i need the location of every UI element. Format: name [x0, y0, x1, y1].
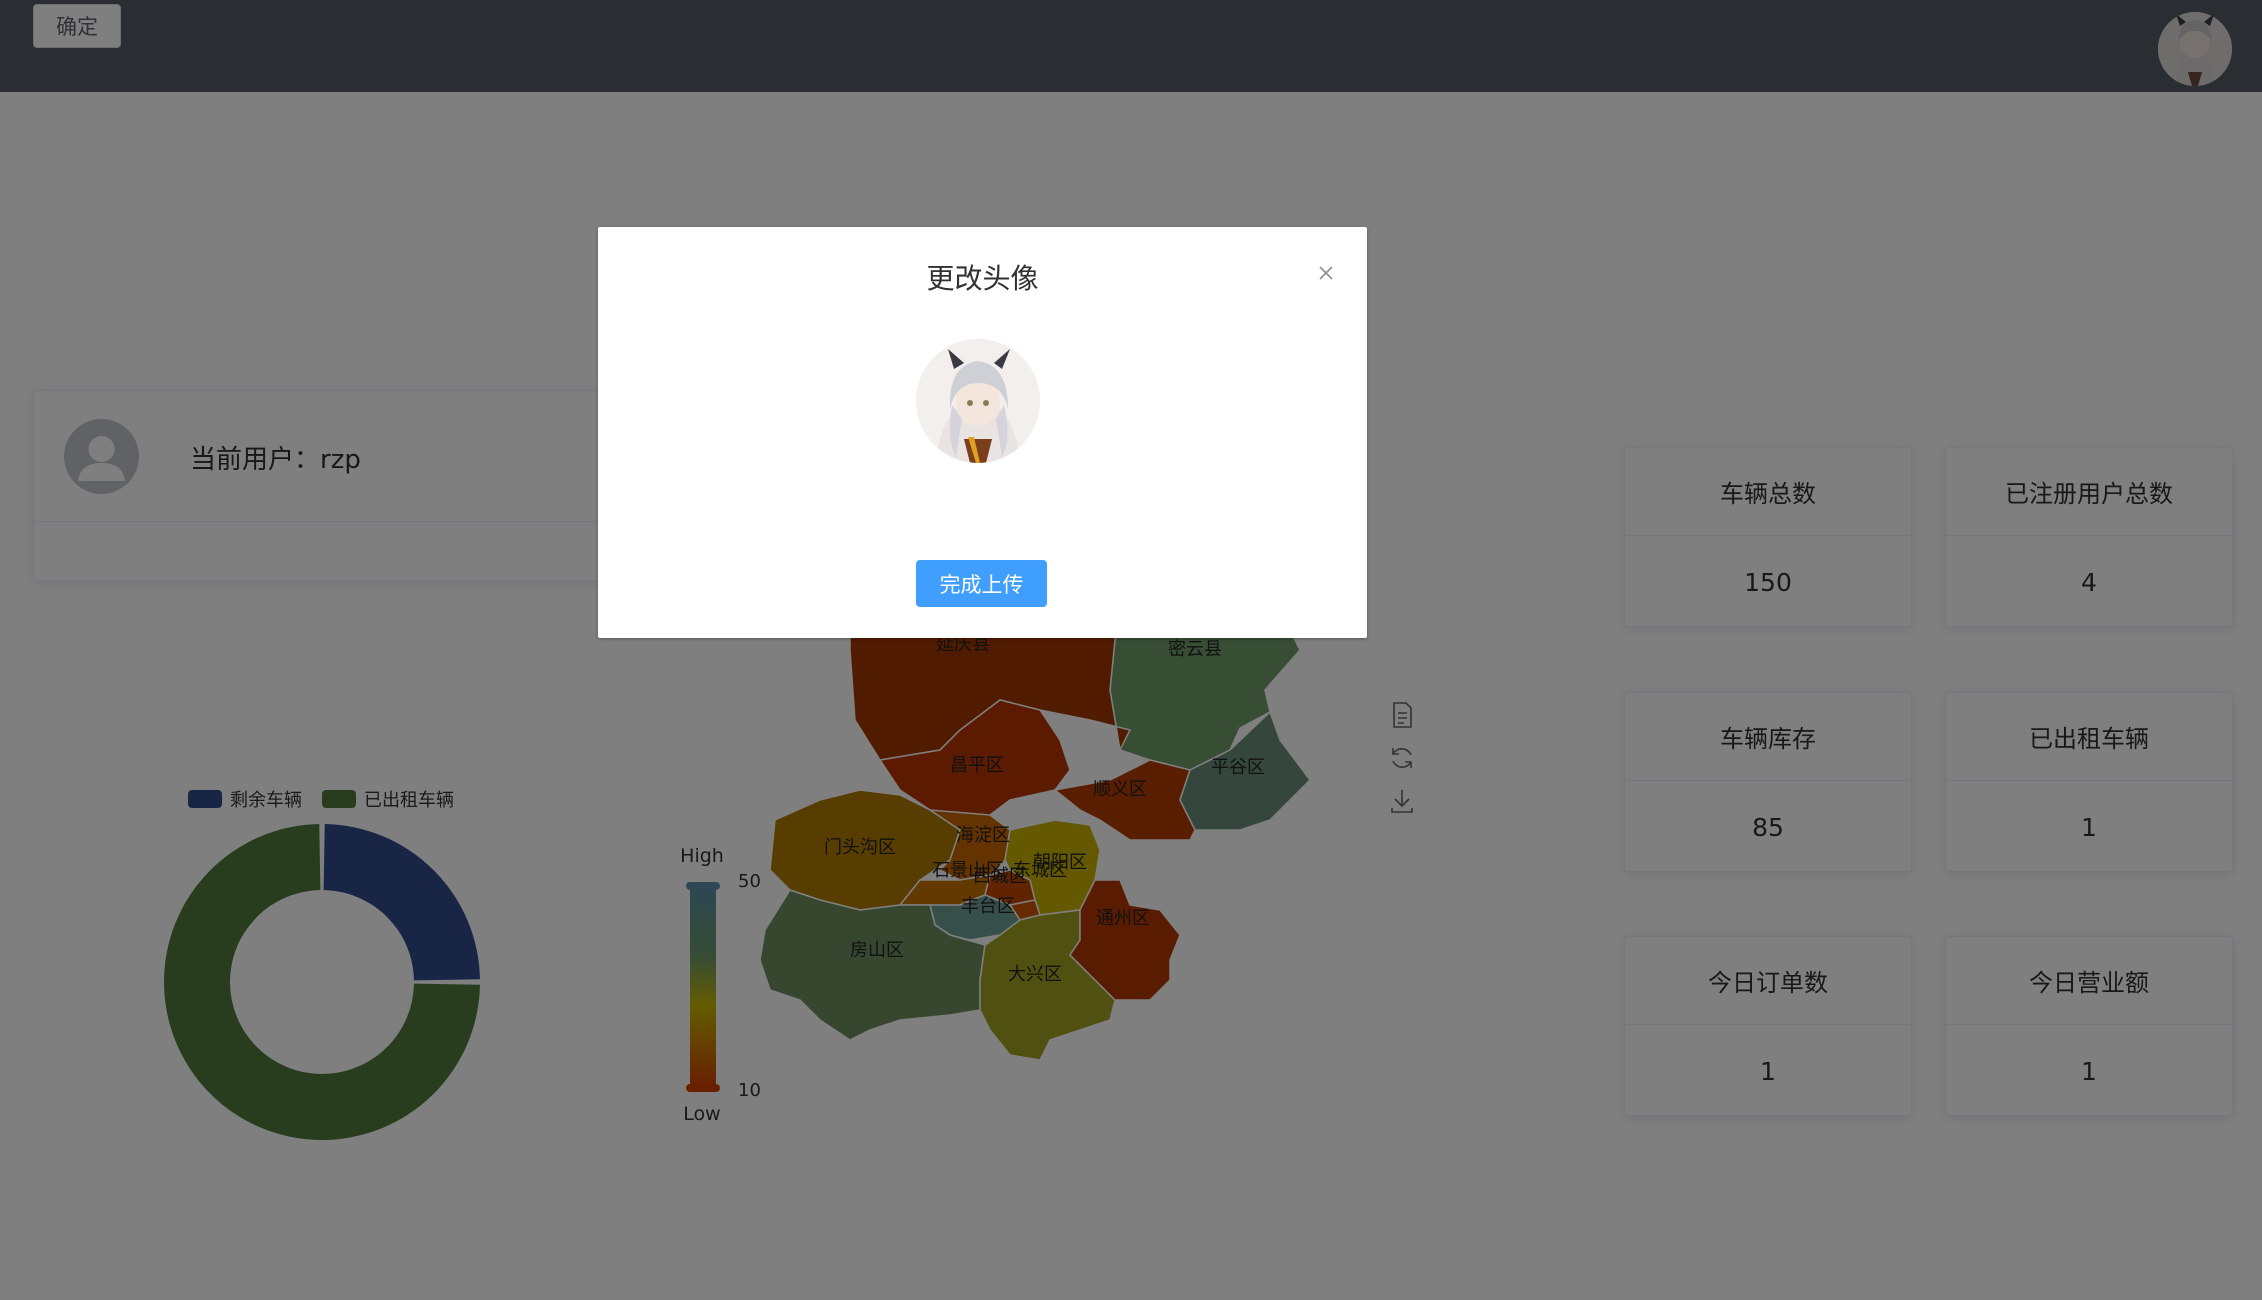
- avatar-preview[interactable]: [916, 339, 1040, 463]
- finish-upload-button[interactable]: 完成上传: [916, 560, 1047, 607]
- close-icon[interactable]: [1316, 263, 1336, 283]
- change-avatar-dialog: 更改头像 完成上传: [598, 227, 1367, 638]
- modal-overlay[interactable]: [0, 0, 2262, 1300]
- dialog-title: 更改头像: [926, 262, 1039, 295]
